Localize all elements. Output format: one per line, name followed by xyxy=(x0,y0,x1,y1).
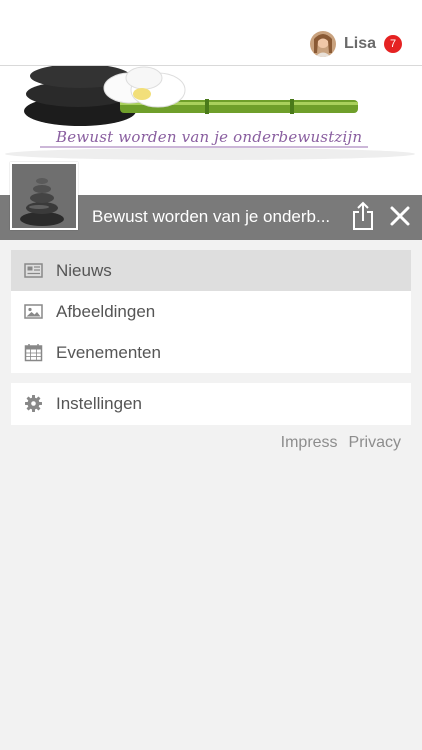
share-button[interactable] xyxy=(350,201,376,231)
menu-item-label: Instellingen xyxy=(56,394,143,413)
user-profile[interactable]: Lisa 7 xyxy=(309,30,402,58)
gear-icon xyxy=(25,395,42,412)
share-icon xyxy=(353,201,373,230)
notification-badge[interactable]: 7 xyxy=(384,35,402,53)
menu-item-afbeeldingen[interactable]: Afbeeldingen xyxy=(11,291,411,332)
page-title: Bewust worden van je onderb... xyxy=(92,207,331,226)
main-menu: Nieuws Afbeeldingen Evenementen xyxy=(11,250,411,373)
app-logo xyxy=(10,162,78,230)
user-name[interactable]: Lisa xyxy=(344,35,376,53)
close-icon xyxy=(390,206,410,226)
menu-item-instellingen[interactable]: Instellingen xyxy=(11,383,411,425)
footer-links: Impress Privacy xyxy=(281,434,401,452)
avatar[interactable] xyxy=(309,31,336,57)
menu-item-label: Nieuws xyxy=(56,260,112,280)
menu-item-nieuws[interactable]: Nieuws xyxy=(11,250,411,291)
calendar-icon xyxy=(24,344,43,362)
impress-link[interactable]: Impress xyxy=(281,434,338,452)
menu-item-evenementen[interactable]: Evenementen xyxy=(11,332,411,373)
banner-caption: Bewust worden van je onderbewustzijn xyxy=(56,128,363,146)
close-button[interactable] xyxy=(387,203,413,229)
menu-item-label: Evenementen xyxy=(56,342,161,362)
menu-item-label: Afbeeldingen xyxy=(56,301,156,321)
privacy-link[interactable]: Privacy xyxy=(349,434,401,452)
top-bar: Lisa 7 xyxy=(0,0,422,66)
image-icon xyxy=(24,304,43,319)
newspaper-icon xyxy=(24,263,43,278)
